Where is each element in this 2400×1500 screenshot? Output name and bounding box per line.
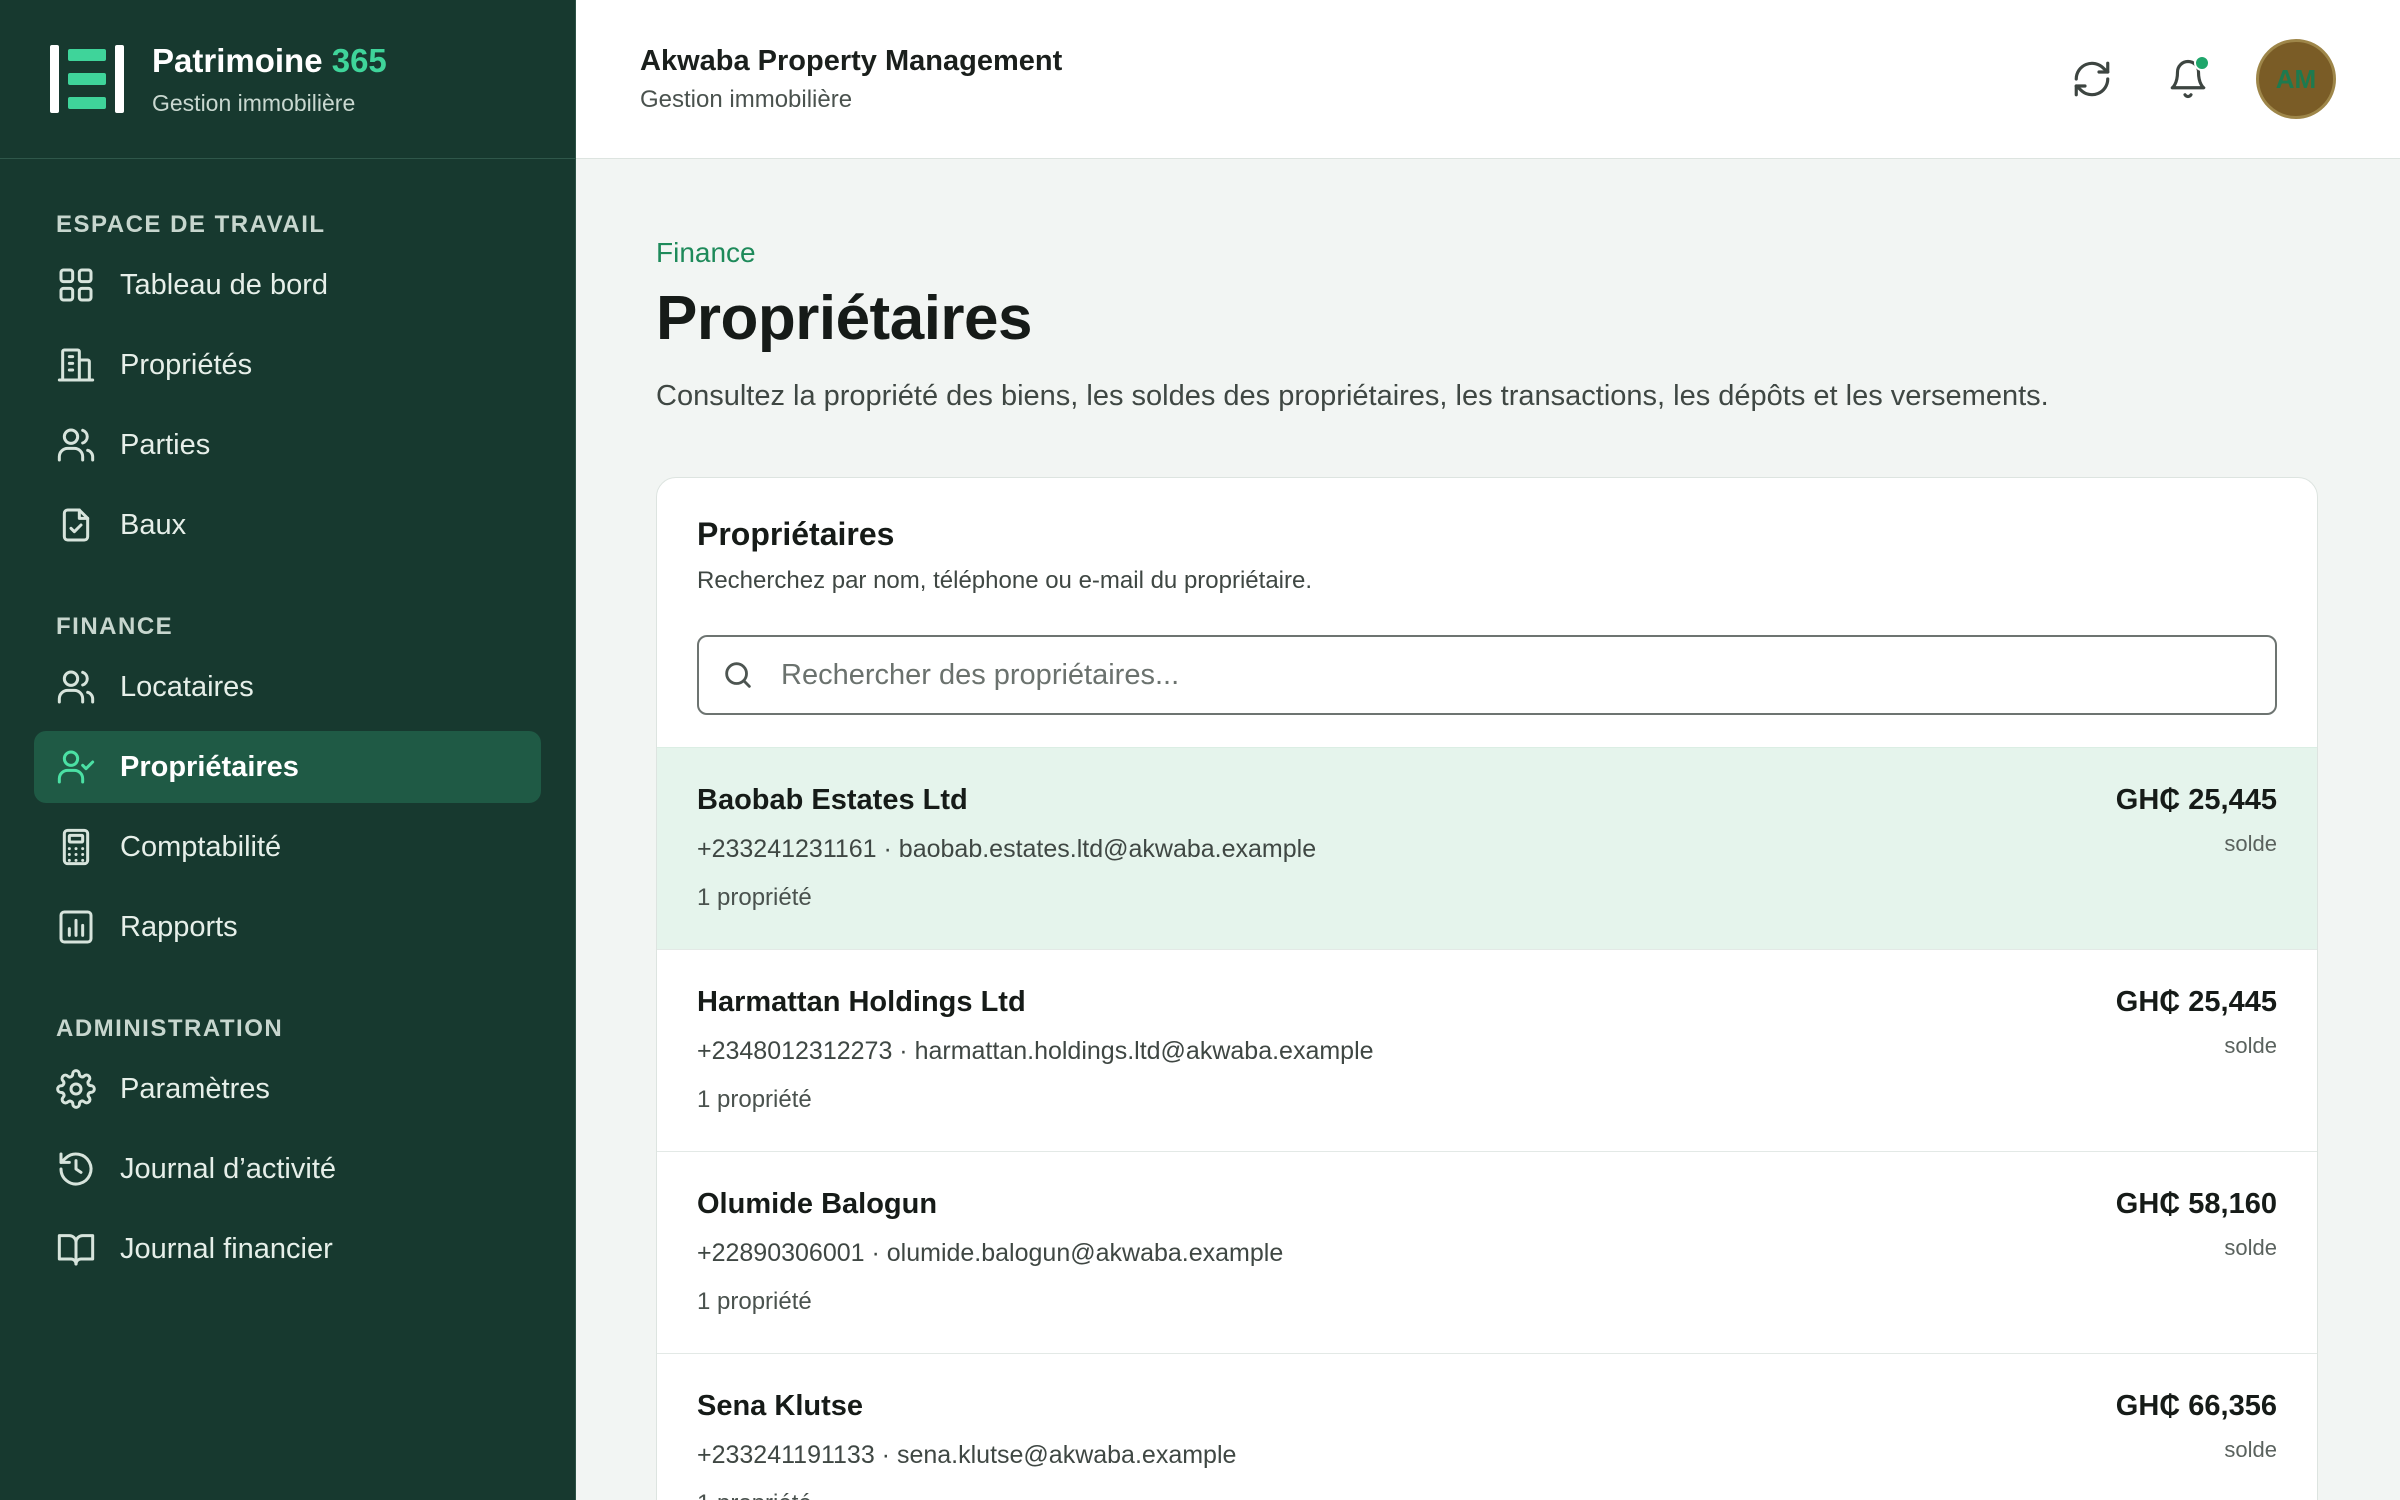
sidebar-item-label: Rapports [120,910,238,943]
owner-row[interactable]: Harmattan Holdings Ltd +2348012312273 · … [657,949,2317,1151]
owner-balance: GH₵ 25,445 [2115,986,2277,1018]
owners-card: Propriétaires Recherchez par nom, téléph… [656,477,2318,1500]
gear-icon [56,1069,96,1109]
refresh-icon [2074,61,2110,97]
owner-contact: +22890306001 · olumide.balogun@akwaba.ex… [697,1239,1284,1267]
search-input[interactable] [781,658,2275,692]
sidebar-item-reports[interactable]: Rapports [34,891,541,963]
nav-section-workspace: ESPACE DE TRAVAIL Tableau de bord Propri… [0,211,575,561]
owner-row[interactable]: Olumide Balogun +22890306001 · olumide.b… [657,1151,2317,1353]
notifications-button[interactable] [2160,51,2216,107]
owner-properties: 1 propriété [697,1490,1236,1500]
owner-name: Olumide Balogun [697,1188,938,1220]
card-subtitle: Recherchez par nom, téléphone ou e-mail … [697,567,1313,594]
building-icon [56,345,96,385]
sidebar-item-label: Journal d’activité [120,1152,336,1185]
nav-heading: ESPACE DE TRAVAIL [56,211,326,238]
brand[interactable]: Patrimoine 365 Gestion immobilière [0,0,575,159]
search-icon [725,662,751,688]
nav-heading: ADMINISTRATION [56,1015,284,1042]
sidebar-item-parties[interactable]: Parties [34,409,541,481]
sidebar: Patrimoine 365 Gestion immobilière ESPAC… [0,0,576,1500]
sidebar-item-accounting[interactable]: Comptabilité [34,811,541,883]
sidebar-item-properties[interactable]: Propriétés [34,329,541,401]
sidebar-item-settings[interactable]: Paramètres [34,1053,541,1125]
users-icon [56,667,96,707]
bar-chart-icon [56,907,96,947]
owner-balance-label: solde [2224,1033,2277,1058]
owner-row[interactable]: Baobab Estates Ltd +233241231161 · baoba… [657,747,2317,949]
owner-properties: 1 propriété [697,1288,812,1315]
sidebar-item-activity-log[interactable]: Journal d’activité [34,1133,541,1205]
nav-heading: FINANCE [56,613,174,640]
refresh-button[interactable] [2064,51,2120,107]
owner-properties: 1 propriété [697,1086,812,1113]
sidebar-item-label: Comptabilité [120,830,282,863]
owner-properties: 1 propriété [697,884,812,911]
top-actions: AM [2024,39,2336,119]
org-info: Akwaba Property Management Gestion immob… [640,45,2024,114]
owner-contact: +2348012312273 · harmattan.holdings.ltd@… [697,1037,1374,1065]
sidebar-item-tenants[interactable]: Locataires [34,651,541,723]
card-title: Propriétaires [697,516,895,552]
page-content: Finance Propriétaires Consultez la propr… [576,159,2400,1500]
breadcrumb[interactable]: Finance [656,237,2320,269]
owner-name: Harmattan Holdings Ltd [697,986,1026,1018]
sidebar-item-label: Journal financier [120,1232,333,1265]
topbar: Akwaba Property Management Gestion immob… [576,0,2400,159]
history-icon [56,1149,96,1189]
sidebar-item-owners[interactable]: Propriétaires [34,731,541,803]
users-icon [56,425,96,465]
owner-balance: GH₵ 25,445 [2115,784,2277,816]
sidebar-item-label: Locataires [120,670,254,703]
owner-contact: +233241191133 · sena.klutse@akwaba.examp… [697,1441,1237,1469]
brand-name-accent: 365 [331,41,387,79]
avatar[interactable]: AM [2256,39,2336,119]
nav-section-administration: ADMINISTRATION Paramètres Journal d’acti… [0,1015,575,1285]
page-description: Consultez la propriété des biens, les so… [656,380,2049,412]
owner-balance: GH₵ 66,356 [2115,1390,2277,1422]
grid-icon [56,265,96,305]
owner-row[interactable]: Sena Klutse +233241191133 · sena.klutse@… [657,1353,2317,1500]
search-box[interactable] [697,635,2277,715]
owner-name: Sena Klutse [697,1390,863,1422]
owner-balance-label: solde [2224,1437,2277,1462]
sidebar-item-label: Baux [120,508,187,541]
owner-balance-label: solde [2224,831,2277,856]
sidebar-item-financial-journal[interactable]: Journal financier [34,1213,541,1285]
sidebar-item-label: Propriétaires [120,750,299,783]
owner-balance: GH₵ 58,160 [2115,1188,2277,1220]
brand-tagline: Gestion immobilière [152,89,356,116]
owner-contact: +233241231161 · baobab.estates.ltd@akwab… [697,835,1317,863]
sidebar-item-leases[interactable]: Baux [34,489,541,561]
sidebar-item-label: Paramètres [120,1072,270,1105]
owner-name: Baobab Estates Ltd [697,784,968,816]
user-check-icon [56,747,96,787]
notification-dot [2194,55,2210,71]
org-subtitle: Gestion immobilière [640,85,853,113]
sidebar-item-dashboard[interactable]: Tableau de bord [34,249,541,321]
sidebar-item-label: Propriétés [120,348,253,381]
calculator-icon [56,827,96,867]
main-area: Akwaba Property Management Gestion immob… [576,0,2400,1500]
logo-icon [48,43,126,115]
org-name: Akwaba Property Management [640,44,1063,77]
card-header: Propriétaires Recherchez par nom, téléph… [657,478,2317,747]
document-check-icon [56,505,96,545]
nav-section-finance: FINANCE Locataires Propriétaires Comptab… [0,613,575,963]
owner-balance-label: solde [2224,1235,2277,1260]
sidebar-item-label: Parties [120,428,211,461]
sidebar-item-label: Tableau de bord [120,268,328,301]
book-icon [56,1229,96,1269]
brand-name: Patrimoine 365 [152,41,387,79]
page-title: Propriétaires [656,284,1033,353]
app-shell: Patrimoine 365 Gestion immobilière ESPAC… [0,0,2400,1500]
